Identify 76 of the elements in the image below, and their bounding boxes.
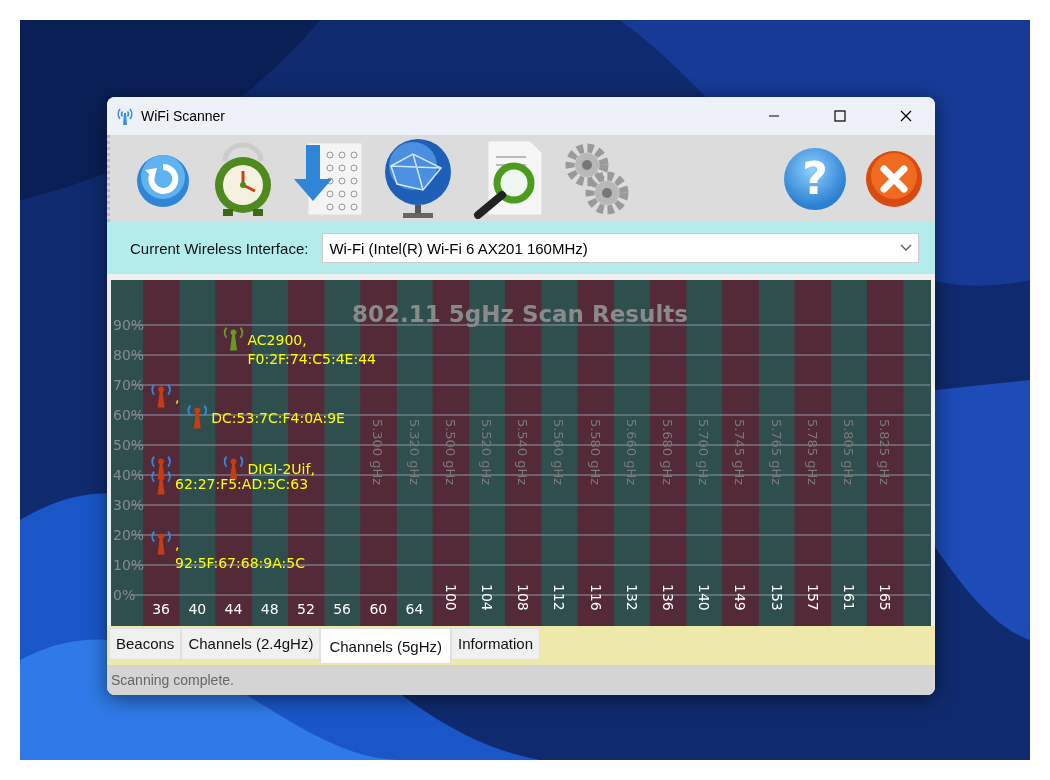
network-label: DIGI-2Uif, [247,461,315,477]
axis-label: 30% [113,497,145,513]
axis-label: 10% [113,557,145,573]
axis-label: 70% [113,377,145,393]
axis-label: 60% [113,407,145,423]
antenna-icon [151,530,171,555]
channel-label: 157 [804,584,821,611]
channel-label: 36 [152,601,170,617]
window-title: WiFi Scanner [141,108,227,124]
antenna-icon [151,470,171,495]
network-label: DC:53:7C:F4:0A:9E [211,410,345,426]
axis-label: 80% [113,347,145,363]
channel-label: 153 [768,584,785,611]
tab[interactable]: Channels (2.4gHz) [181,628,321,660]
channel-label: 100 [442,584,459,611]
channel-label: 116 [587,584,604,611]
channel-label: 60 [369,601,388,617]
maximize-icon[interactable] [834,110,846,122]
frequency-label: 5.320 gHz [406,418,422,486]
channel-label: 132 [623,584,640,611]
network-label: , [175,389,180,405]
antenna-icon [187,404,208,429]
interface-label: Current Wireless Interface: [130,239,309,257]
frequency-label: 5.825 gHz [877,418,893,486]
axis-label: 20% [113,527,145,543]
frequency-label: 5.700 gHz [696,418,712,486]
network-label: 92:5F:67:68:9A:5C [175,555,305,571]
channel-label: 56 [333,601,351,617]
tab[interactable]: Information [451,628,541,660]
axis-label: 90% [113,317,145,333]
channel-label: 140 [696,584,713,611]
network-label: AC2900, [247,332,307,348]
frequency-label: 5.300 gHz [370,418,386,486]
frequency-label: 5.765 gHz [768,418,784,486]
globe-icon[interactable] [383,137,453,220]
chevron-icon [900,244,912,252]
channel-label: 104 [478,584,495,611]
wifi-icon [117,107,133,125]
frequency-label: 5.785 gHz [804,418,820,486]
axis-label: 40% [113,467,145,483]
antenna-icon [151,383,171,408]
axis-label: 50% [113,437,145,453]
close-icon[interactable] [900,110,912,122]
tab[interactable]: Channels (5gHz) [320,628,451,664]
tab[interactable]: Beacons [109,628,182,660]
axis-label: 0% [113,587,136,603]
interface-dropdown[interactable]: Wi-Fi (Intel(R) Wi-Fi 6 AX201 160MHz) [322,233,919,263]
channel-label: 64 [405,601,424,617]
channel-label: 165 [877,584,894,611]
antenna-icon [223,455,244,480]
network-label: 62:27:F5:AD:5C:63 [175,476,309,492]
frequency-label: 5.500 gHz [442,418,458,486]
chart-title: 802.11 5gHz Scan Results [352,301,688,327]
frequency-label: 5.805 gHz [840,418,856,486]
network-label: , [175,536,180,552]
frequency-label: 5.660 gHz [623,418,639,486]
frequency-label: 5.540 gHz [515,418,531,486]
frequency-label: 5.560 gHz [551,418,567,486]
frequency-label: 5.745 gHz [732,418,748,486]
network-label: F0:2F:74:C5:4E:44 [247,351,376,367]
frequency-label: 5.680 gHz [659,418,675,486]
channel-label: 161 [840,584,857,611]
status-text: Scanning complete. [107,665,935,695]
channel-label: 136 [659,584,676,611]
channel-label: 44 [224,601,243,617]
download-icon[interactable] [294,140,364,217]
channel-label: 40 [188,601,207,617]
channel-label: 52 [297,601,315,617]
frequency-label: 5.520 gHz [478,418,494,486]
channel-label: 48 [260,601,279,617]
channel-label: 108 [515,584,532,611]
channel-label: 149 [732,584,749,611]
antenna-icon [223,326,244,351]
frequency-label: 5.580 gHz [587,418,603,486]
search-icon[interactable] [472,138,544,219]
channel-label: 112 [551,584,568,611]
